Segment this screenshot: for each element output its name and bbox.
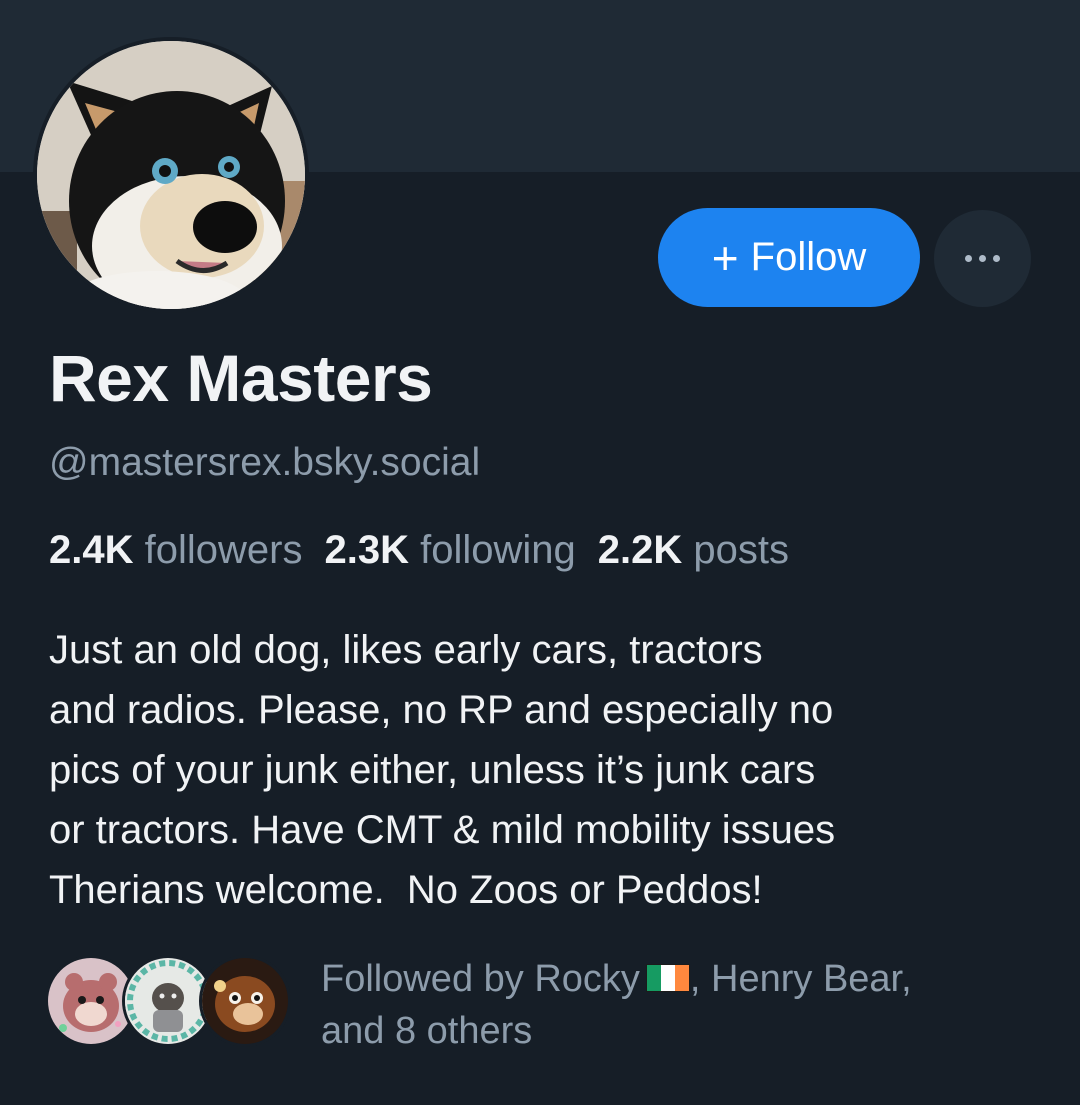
profile-handle: @mastersrex.bsky.social [49, 441, 481, 484]
following-count: 2.3K [324, 528, 409, 572]
follower-avatar [199, 955, 291, 1047]
followed-by-prefix: Followed by Rocky [321, 958, 640, 1000]
plus-icon: + [711, 231, 739, 284]
more-options-button[interactable] [934, 210, 1031, 307]
followers-label: followers [144, 528, 303, 572]
ireland-flag-icon [645, 964, 690, 992]
followed-by-middle: , Henry Bear, [689, 958, 912, 1000]
bio-line: pics of your junk either, unless it’s ju… [49, 748, 816, 792]
follow-button[interactable]: + Follow [658, 208, 920, 307]
ellipsis-icon [965, 255, 1000, 262]
bio-line: and radios. Please, no RP and especially… [49, 688, 834, 732]
following-label: following [420, 528, 576, 572]
display-name: Rex Masters [49, 341, 433, 415]
followed-by-suffix: and 8 others [321, 1010, 533, 1052]
profile-stats: 2.4K followers 2.3K following 2.2K posts [49, 528, 811, 573]
posts-label: posts [693, 528, 789, 572]
bio-line: Therians welcome. No Zoos or Peddos! [49, 868, 763, 912]
following-stat[interactable]: 2.3K following [324, 528, 575, 572]
known-followers-avatars[interactable] [45, 955, 291, 1047]
profile-avatar[interactable] [33, 37, 309, 313]
followed-by-line-1: Followed by Rocky , Henry Bear, [321, 953, 1041, 1005]
bio-line: or tractors. Have CMT & mild mobility is… [49, 808, 836, 852]
bio-line: Just an old dog, likes early cars, tract… [49, 628, 763, 672]
profile-bio: Just an old dog, likes early cars, tract… [49, 620, 1049, 920]
followed-by-text[interactable]: Followed by Rocky , Henry Bear, and 8 oth… [321, 953, 1041, 1057]
husky-fursuit-avatar-icon [37, 41, 305, 309]
followers-count: 2.4K [49, 528, 134, 572]
posts-count: 2.2K [597, 528, 683, 572]
posts-stat: 2.2K posts [598, 528, 789, 572]
follow-button-label: Follow [750, 235, 867, 279]
followers-stat[interactable]: 2.4K followers [49, 528, 302, 572]
